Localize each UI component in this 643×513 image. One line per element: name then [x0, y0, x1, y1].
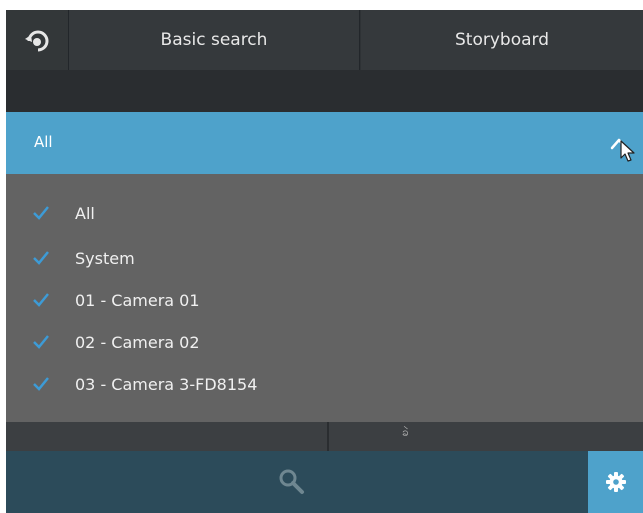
underlying-panel: ခဲ	[6, 422, 643, 451]
checkmark-icon	[33, 251, 49, 265]
back-button[interactable]	[6, 10, 69, 70]
tab-storyboard-label: Storyboard	[455, 30, 549, 50]
obscured-label: ခဲ	[402, 425, 410, 439]
settings-button[interactable]	[588, 451, 643, 513]
filter-option-system[interactable]: System	[6, 238, 643, 278]
filter-selected-value: All	[34, 133, 53, 151]
top-bar: Basic search Storyboard	[6, 10, 643, 70]
filter-option-camera-02[interactable]: 02 - Camera 02	[6, 322, 643, 362]
tab-storyboard[interactable]: Storyboard	[361, 10, 643, 70]
filter-option-all[interactable]: All	[6, 193, 643, 233]
search-icon	[279, 469, 304, 494]
filter-dropdown-header[interactable]: All	[6, 112, 643, 174]
checkmark-icon	[33, 335, 49, 349]
sub-toolbar	[6, 70, 643, 112]
filter-option-camera-01[interactable]: 01 - Camera 01	[6, 280, 643, 320]
back-arrow-icon	[25, 30, 49, 52]
search-button[interactable]	[274, 465, 310, 499]
bottom-bar	[6, 451, 643, 513]
filter-options-list: All System 01 - Camera 01 02 - Camera 02…	[6, 174, 643, 422]
filter-option-label: All	[75, 203, 95, 223]
filter-option-label: 02 - Camera 02	[75, 332, 200, 352]
gear-icon	[605, 472, 626, 492]
filter-option-camera-03[interactable]: 03 - Camera 3-FD8154	[6, 364, 643, 404]
checkmark-icon	[33, 377, 49, 391]
filter-option-label: System	[75, 248, 135, 268]
tab-basic-search-label: Basic search	[160, 30, 268, 50]
mouse-cursor-icon	[620, 140, 635, 162]
tab-basic-search[interactable]: Basic search	[69, 10, 360, 70]
filter-option-label: 01 - Camera 01	[75, 290, 200, 310]
app-frame: Basic search Storyboard All All System 0…	[6, 10, 643, 513]
panel-divider	[327, 422, 329, 451]
checkmark-icon	[33, 293, 49, 307]
filter-option-label: 03 - Camera 3-FD8154	[75, 374, 258, 394]
checkmark-icon	[33, 206, 49, 220]
